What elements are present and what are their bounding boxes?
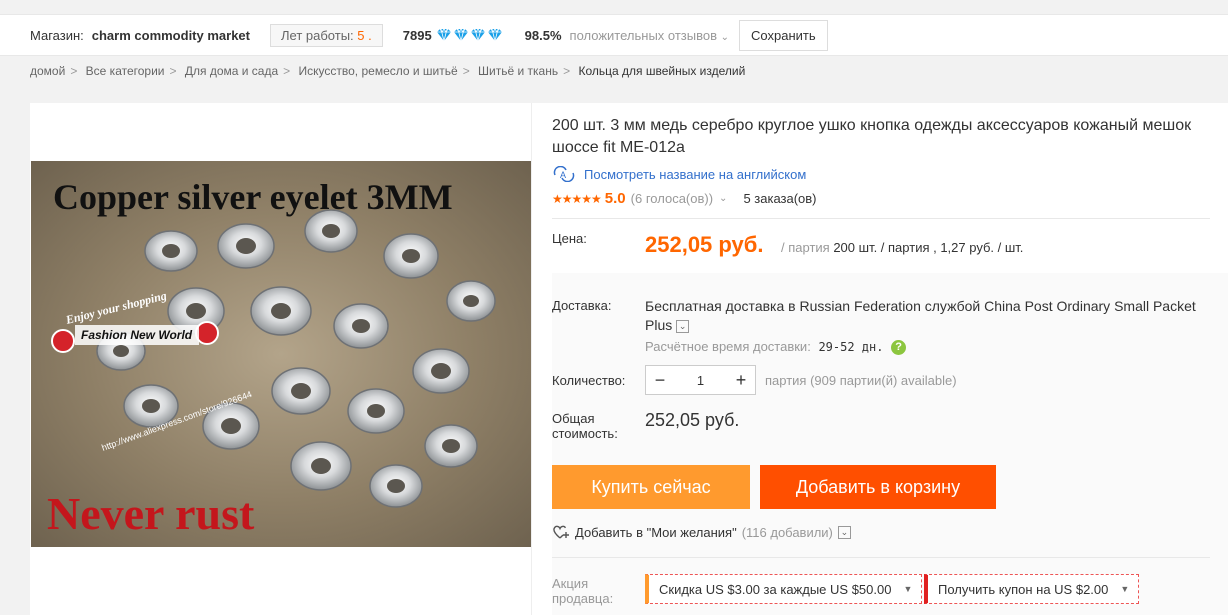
- rating-votes-link[interactable]: (6 голоса(ов)): [631, 191, 713, 206]
- price-label: Цена:: [552, 231, 587, 246]
- quantity-input[interactable]: [674, 372, 727, 388]
- svg-text:A: A: [560, 170, 566, 180]
- delivery-estimate-label: Расчётное время доставки:: [645, 339, 811, 354]
- divider: [552, 557, 1210, 558]
- breadcrumb-arts-crafts[interactable]: Искусство, ремесло и шитьё: [299, 64, 458, 78]
- help-icon[interactable]: ?: [891, 340, 907, 356]
- positive-feedback-dropdown[interactable]: положительных отзывов ⌄: [570, 28, 729, 43]
- triangle-down-icon: ▼: [1120, 584, 1130, 594]
- wishlist-label: Добавить в "Мои желания": [575, 524, 737, 540]
- chevron-down-icon[interactable]: ⌄: [719, 193, 727, 204]
- quantity-label: Количество:: [552, 373, 626, 388]
- breadcrumb-separator: >: [169, 64, 177, 78]
- breadcrumb-separator: >: [70, 64, 78, 78]
- wishlist-row[interactable]: Добавить в "Мои желания" (116 добавили) …: [552, 524, 851, 540]
- translate-icon: A: [553, 166, 575, 182]
- store-name-link[interactable]: charm commodity market: [92, 28, 250, 43]
- price-value: 252,05 руб.: [645, 232, 764, 257]
- heart-plus-icon: [553, 525, 569, 539]
- store-label: Магазин:: [30, 27, 84, 43]
- store-years-label: Лет работы:: [281, 27, 354, 43]
- image-caption-top: Copper silver eyelet 3MM: [53, 177, 453, 217]
- rating-value: 5.0: [604, 190, 626, 207]
- image-stamp-text: Enjoy your shopping: [63, 288, 168, 327]
- divider: [552, 218, 1210, 219]
- image-caption-bottom: Never rust: [47, 488, 255, 539]
- coupon-discount-text: Скидка US $3.00 за каждые US $50.00: [659, 581, 892, 597]
- translate-title-label: Посмотреть название на английском: [584, 166, 807, 182]
- diamond-icon: [436, 28, 451, 42]
- store-score: 7895: [402, 27, 432, 43]
- store-rank-diamonds: [436, 28, 503, 42]
- shipping-method-text: Бесплатная доставка в Russian Federation…: [645, 298, 1196, 333]
- translate-title-link[interactable]: A Посмотреть название на английском: [552, 166, 806, 182]
- breadcrumb-current[interactable]: Кольца для швейных изделий: [578, 64, 745, 78]
- product-main: Copper silver eyelet 3MM Enjoy your shop…: [30, 103, 1228, 615]
- breadcrumb-home[interactable]: домой: [30, 64, 65, 78]
- save-store-button[interactable]: Сохранить: [739, 19, 828, 51]
- add-to-cart-button[interactable]: Добавить в корзину: [760, 465, 996, 509]
- quantity-decrease-button[interactable]: −: [646, 370, 674, 391]
- product-image-drawing: Copper silver eyelet 3MM Enjoy your shop…: [47, 177, 496, 539]
- chevron-down-icon[interactable]: ⌄: [676, 319, 690, 333]
- breadcrumb-sewing-fabric[interactable]: Шитьё и ткань: [478, 64, 558, 78]
- chevron-down-icon: ⌄: [720, 31, 730, 43]
- quantity-stepper: − +: [645, 365, 756, 395]
- breadcrumb: домой > Все категории > Для дома и сада > И…: [30, 64, 745, 78]
- breadcrumb-separator: >: [563, 64, 571, 78]
- quantity-increase-button[interactable]: +: [727, 370, 755, 391]
- image-stamp-name: Fashion New World: [81, 328, 193, 342]
- total-label: Общая стоимость:: [552, 411, 618, 441]
- total-price: 252,05 руб.: [645, 410, 740, 430]
- coupon-get-text: Получить купон на US $2.00: [938, 581, 1109, 597]
- rating-row: ★★★★★ 5.0 (6 голоса(ов)) ⌄ 5 заказа(ов): [552, 190, 817, 207]
- positive-feedback-percent: 98.5%: [524, 27, 562, 43]
- product-gallery: Copper silver eyelet 3MM Enjoy your shop…: [30, 103, 532, 615]
- rating-stars-icon: ★★★★★: [552, 191, 602, 206]
- shipping-label: Доставка:: [552, 298, 612, 313]
- breadcrumb-separator: >: [462, 64, 470, 78]
- price-unit-prefix: / партия: [781, 240, 830, 255]
- price-unit: / партия 200 шт. / партия , 1,27 руб. / …: [781, 240, 1023, 255]
- seller-coupon-get[interactable]: Получить купон на US $2.00 ▼: [924, 574, 1140, 604]
- diamond-icon: [453, 28, 468, 42]
- breadcrumb-separator: >: [283, 64, 291, 78]
- store-years-value: 5 .: [357, 27, 372, 43]
- eyelets-group: [96, 209, 496, 508]
- breadcrumb-home-garden[interactable]: Для дома и сада: [185, 64, 278, 78]
- orders-count: 5 заказа(ов): [743, 191, 817, 206]
- triangle-down-icon: ▼: [903, 584, 913, 594]
- shipping-method: Бесплатная доставка в Russian Federation…: [645, 297, 1215, 335]
- chevron-down-icon[interactable]: ⌄: [837, 525, 851, 539]
- product-image[interactable]: Copper silver eyelet 3MM Enjoy your shop…: [31, 161, 531, 547]
- buy-now-button[interactable]: Купить сейчас: [552, 465, 750, 509]
- product-title: 200 шт. 3 мм медь серебро круглое ушко к…: [552, 117, 1192, 156]
- quantity-available-note: партия (909 партии(й) available): [765, 373, 957, 388]
- seller-promo-label: Акция продавца:: [552, 576, 614, 606]
- product-info: 200 шт. 3 мм медь серебро круглое ушко к…: [552, 103, 1228, 615]
- diamond-icon: [470, 28, 485, 42]
- diamond-icon: [487, 28, 502, 42]
- delivery-estimate: Расчётное время доставки: 29-52 дн. ?: [645, 339, 907, 356]
- wishlist-count: (116 добавили): [741, 524, 833, 540]
- price-unit-detail: 200 шт. / партия , 1,27 руб. / шт.: [833, 240, 1024, 255]
- positive-feedback-label: положительных отзывов: [569, 27, 718, 43]
- store-years-badge: Лет работы: 5 .: [270, 23, 383, 47]
- seller-coupon-discount[interactable]: Скидка US $3.00 за каждые US $50.00 ▼: [645, 574, 923, 604]
- store-bar: Магазин: charm commodity market Лет рабо…: [0, 14, 1228, 56]
- breadcrumb-all-categories[interactable]: Все категории: [86, 64, 165, 78]
- delivery-estimate-days: 29-52 дн.: [818, 340, 884, 354]
